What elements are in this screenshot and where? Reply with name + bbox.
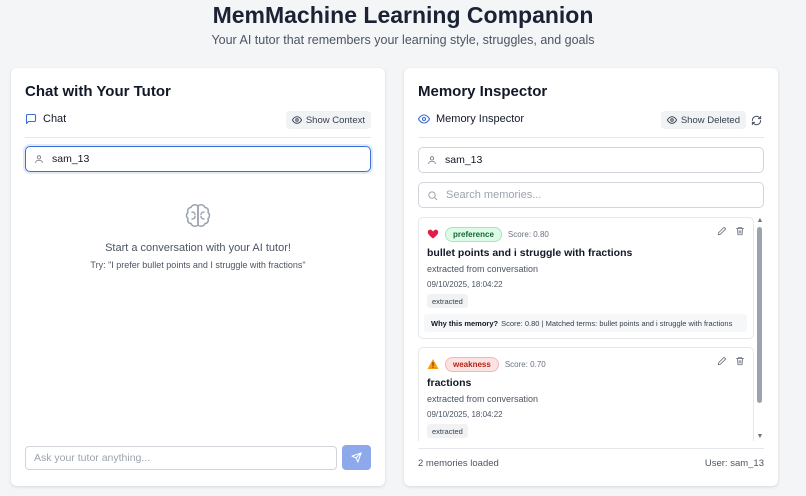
memory-card-header: preference Score: 0.80 [427, 226, 745, 242]
memory-card: weakness Score: 0.70 fractions extracted… [418, 347, 754, 441]
refresh-icon[interactable] [751, 115, 762, 126]
search-placeholder: Search memories... [446, 189, 542, 201]
chat-input-placeholder: Ask your tutor anything... [34, 452, 151, 464]
show-deleted-button[interactable]: Show Deleted [660, 111, 746, 129]
footer-user: User: sam_13 [704, 458, 764, 469]
memory-score: Score: 0.80 [507, 229, 549, 239]
pencil-icon[interactable] [717, 356, 727, 366]
eye-icon [666, 116, 677, 124]
scroll-down-arrow-icon[interactable]: ▼ [756, 433, 764, 441]
pencil-icon[interactable] [717, 226, 727, 236]
memory-tag: extracted [427, 294, 468, 308]
chat-bubble-icon [25, 113, 37, 125]
memory-tag: extracted [427, 424, 468, 438]
memory-date: 09/10/2025, 18:04:22 [427, 410, 503, 419]
chat-panel-header: Chat Show Context [25, 110, 371, 138]
chat-empty-state: Start a conversation with your AI tutor!… [11, 202, 385, 270]
chat-tab-label: Chat [43, 113, 67, 125]
memory-panel: Memory Inspector Memory Inspector Show D… [404, 68, 778, 486]
chat-tab[interactable]: Chat [25, 113, 66, 125]
memory-source: extracted from conversation [427, 264, 539, 274]
memory-why-label: Why this memory? [431, 318, 499, 328]
trash-icon[interactable] [735, 226, 745, 236]
heart-icon [427, 229, 439, 239]
show-context-label: Show Context [305, 114, 365, 126]
footer-divider [418, 448, 764, 449]
trash-icon[interactable] [735, 356, 745, 366]
search-memories-input[interactable]: Search memories... [418, 182, 764, 208]
send-icon [351, 452, 362, 463]
page-title: MemMachine Learning Companion [212, 2, 594, 28]
memory-list: preference Score: 0.80 bullet points and… [418, 217, 764, 441]
scroll-thumb[interactable] [757, 227, 762, 403]
page-subtitle: Your AI tutor that remembers your learni… [211, 33, 595, 47]
chat-panel-title: Chat with Your Tutor [25, 83, 171, 100]
memory-type-badge: preference [445, 226, 502, 242]
memory-content: bullet points and i struggle with fracti… [427, 247, 633, 259]
brain-icon [185, 204, 211, 227]
memory-card-header: weakness Score: 0.70 [427, 356, 745, 372]
memory-panel-header: Memory Inspector Show Deleted [418, 110, 764, 138]
show-context-button[interactable]: Show Context [285, 111, 371, 129]
chat-panel: Chat with Your Tutor Chat Show Context s… [11, 68, 385, 486]
memory-date: 09/10/2025, 18:04:22 [427, 280, 503, 289]
chat-user-input[interactable]: sam_13 [25, 146, 371, 172]
memory-why-text: Score: 0.80 | Matched terms: bullet poin… [501, 318, 733, 328]
search-icon [428, 190, 438, 200]
user-icon [35, 155, 43, 164]
memory-user-value: sam_13 [445, 154, 483, 166]
memory-source: extracted from conversation [427, 394, 539, 404]
memory-user-input[interactable]: sam_13 [418, 147, 764, 173]
eye-icon [291, 116, 302, 124]
chat-user-value: sam_13 [52, 153, 90, 165]
memory-panel-title: Memory Inspector [418, 83, 548, 100]
chat-message-input[interactable]: Ask your tutor anything... [25, 446, 337, 470]
memory-type-badge: weakness [445, 356, 499, 372]
memories-count: 2 memories loaded [418, 458, 499, 469]
memory-inspector-tab[interactable]: Memory Inspector [418, 113, 524, 125]
memory-card-actions [717, 226, 745, 236]
scroll-up-arrow-icon[interactable]: ▲ [756, 217, 764, 225]
empty-state-message: Start a conversation with your AI tutor! [105, 242, 291, 254]
memory-list-scrollbar[interactable]: ▲ ▼ [756, 217, 764, 441]
memory-content: fractions [427, 377, 472, 389]
memory-why-box: Why this memory? Score: 0.80 | Matched t… [424, 314, 747, 332]
memory-card: preference Score: 0.80 bullet points and… [418, 217, 754, 339]
eye-icon [418, 114, 430, 124]
user-icon [428, 156, 436, 165]
send-button[interactable] [342, 445, 371, 470]
memory-tab-label: Memory Inspector [436, 113, 525, 125]
memory-card-actions [717, 356, 745, 366]
show-deleted-label: Show Deleted [680, 114, 740, 126]
memory-score: Score: 0.70 [504, 359, 546, 369]
warning-icon [427, 359, 439, 369]
empty-state-hint: Try: "I prefer bullet points and I strug… [90, 260, 306, 270]
